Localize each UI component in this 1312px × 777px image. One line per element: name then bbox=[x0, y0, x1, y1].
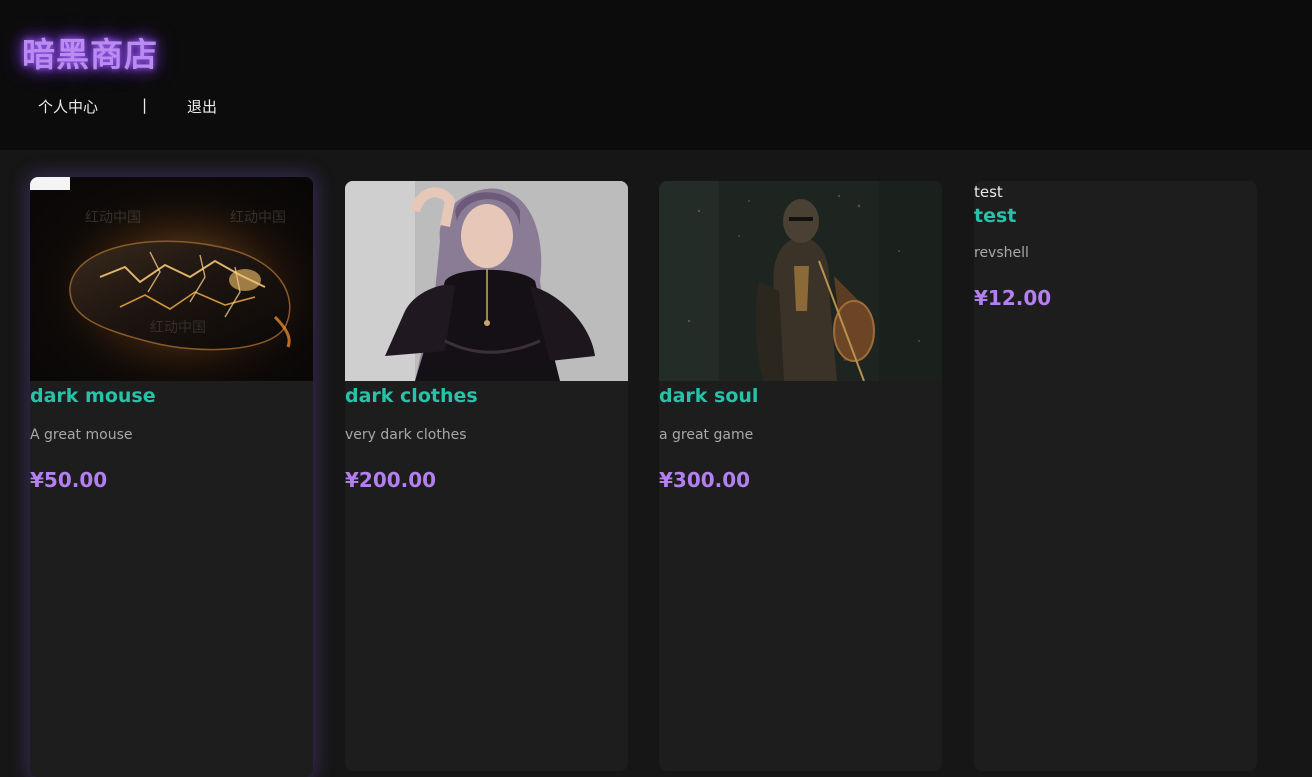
product-description: a great game bbox=[659, 427, 754, 443]
nav-separator: | bbox=[142, 96, 148, 114]
watermark-tag bbox=[30, 177, 70, 190]
product-image[interactable] bbox=[659, 181, 942, 381]
site-header: 暗黑商店 个人中心 | 退出 bbox=[0, 0, 1312, 150]
product-grid: 红动中国 红动中国 红动中国 dark mouse A great mouse … bbox=[0, 150, 1312, 777]
product-description: A great mouse bbox=[30, 427, 133, 443]
logout-link[interactable]: 退出 bbox=[187, 96, 217, 117]
product-title[interactable]: dark clothes bbox=[345, 383, 628, 409]
product-description: revshell bbox=[974, 245, 1029, 261]
product-image[interactable] bbox=[345, 181, 628, 381]
svg-text:红动中国: 红动中国 bbox=[230, 210, 286, 226]
product-price: ¥50.00 bbox=[30, 468, 108, 492]
product-title[interactable]: dark mouse bbox=[30, 383, 313, 409]
profile-link[interactable]: 个人中心 bbox=[38, 96, 98, 117]
product-card[interactable]: dark clothes very dark clothes ¥200.00 bbox=[345, 181, 628, 771]
clothes-illustration bbox=[345, 181, 628, 381]
product-price: ¥12.00 bbox=[974, 286, 1052, 310]
product-card[interactable]: dark soul a great game ¥300.00 bbox=[659, 181, 942, 771]
product-title[interactable]: dark soul bbox=[659, 383, 942, 409]
mouse-illustration: 红动中国 红动中国 红动中国 bbox=[30, 177, 313, 381]
product-card[interactable]: 红动中国 红动中国 红动中国 dark mouse A great mouse … bbox=[30, 177, 313, 777]
knight-illustration bbox=[659, 181, 942, 381]
broken-image-alt[interactable]: test bbox=[974, 181, 1257, 201]
svg-text:红动中国: 红动中国 bbox=[85, 210, 141, 226]
product-price: ¥200.00 bbox=[345, 468, 437, 492]
product-image[interactable]: 红动中国 红动中国 红动中国 bbox=[30, 177, 313, 381]
product-card[interactable]: test test revshell ¥12.00 bbox=[974, 181, 1257, 771]
svg-text:红动中国: 红动中国 bbox=[150, 320, 206, 336]
product-title[interactable]: test bbox=[974, 203, 1257, 229]
product-price: ¥300.00 bbox=[659, 468, 751, 492]
product-description: very dark clothes bbox=[345, 427, 467, 443]
site-logo[interactable]: 暗黑商店 bbox=[22, 28, 158, 76]
